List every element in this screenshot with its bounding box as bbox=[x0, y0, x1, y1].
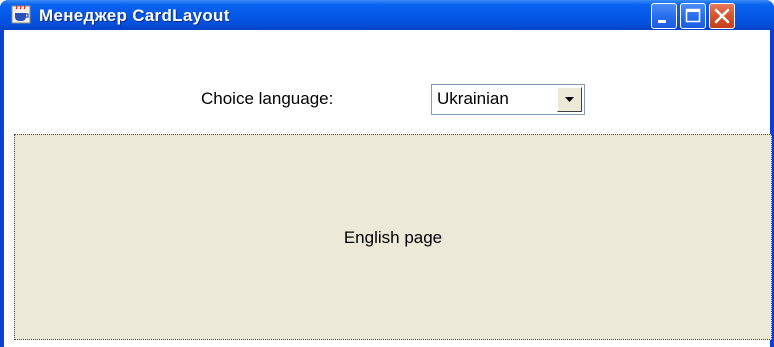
card-panel: English page bbox=[14, 134, 772, 340]
minimize-icon bbox=[658, 20, 666, 23]
window-title: Менеджер CardLayout bbox=[39, 6, 230, 25]
close-icon bbox=[714, 8, 730, 24]
chevron-down-icon bbox=[565, 97, 574, 102]
language-combo-box[interactable]: Ukrainian bbox=[431, 84, 585, 115]
java-cup-icon bbox=[11, 5, 31, 24]
close-button[interactable] bbox=[709, 3, 735, 29]
language-selected-value: Ukrainian bbox=[437, 89, 509, 108]
dropdown-arrow-button[interactable] bbox=[557, 87, 582, 112]
card-page-text: English page bbox=[343, 228, 443, 247]
title-bar[interactable]: Менеджер CardLayout bbox=[0, 0, 774, 30]
choice-language-label: Choice language: bbox=[201, 89, 334, 108]
maximize-button[interactable] bbox=[680, 3, 706, 29]
maximize-icon bbox=[685, 8, 701, 23]
minimize-button[interactable] bbox=[651, 3, 677, 29]
